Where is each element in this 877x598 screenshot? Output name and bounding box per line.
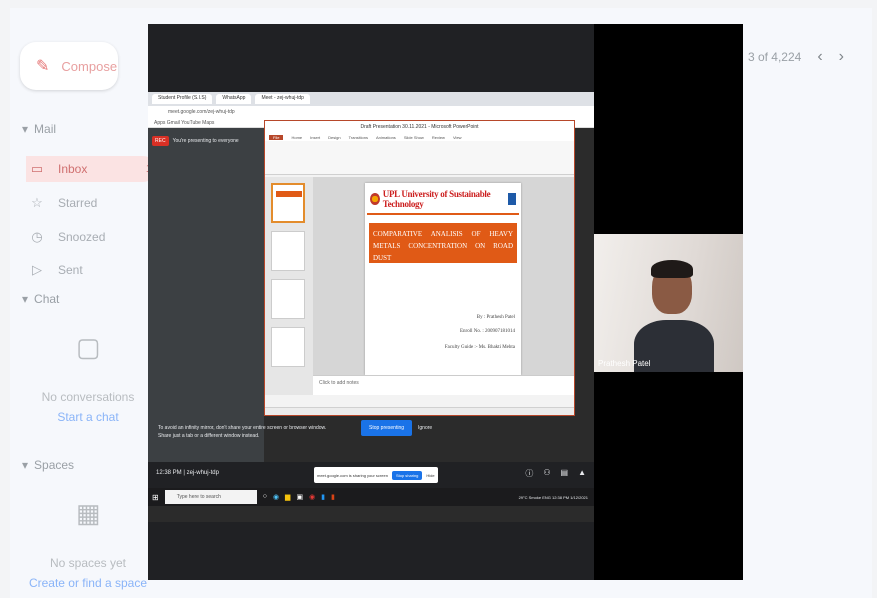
slide-header: UPL University of Sustainable Technology [367, 185, 519, 215]
shared-screen: Student Profile (S.I.S) WhatsApp Meet - … [148, 92, 594, 522]
compose-label: Compose [61, 58, 118, 74]
stop-sharing-button[interactable]: Stop sharing [391, 470, 423, 480]
current-slide[interactable]: UPL University of Sustainable Technology… [365, 183, 521, 375]
task-view-icon[interactable]: ○ [263, 493, 267, 501]
share-notice: meet.google.com is sharing your screen S… [314, 467, 438, 483]
send-icon: ▷ [32, 262, 42, 277]
edge-icon[interactable]: ◉ [273, 493, 279, 501]
pencil-icon: ✎ [36, 58, 50, 75]
tab-view[interactable]: View [453, 135, 462, 140]
chat-bubble-icon: ▢ [76, 332, 101, 362]
inbox-icon: ▭ [30, 161, 44, 176]
powerpoint-icon[interactable]: ▮ [331, 493, 335, 501]
system-tray: 29°C Smoke ENG 12:38 PM 1/12/2021 [518, 494, 588, 500]
meet-controls: ⓘ ⚇ ▤ ▲ [525, 468, 586, 479]
browser-tab[interactable]: WhatsApp [216, 94, 252, 104]
meeting-time: 12:38 PM | zej-whuj-tdp [156, 470, 219, 476]
chat-section-header[interactable]: ▾ Chat [22, 292, 59, 306]
crest-icon [507, 193, 516, 205]
spaces-empty-text: No spaces yet [49, 556, 127, 570]
tab-transitions[interactable]: Transitions [349, 135, 368, 140]
ignore-button[interactable]: Ignore [414, 420, 436, 436]
chat-icon[interactable]: ▤ [561, 468, 569, 479]
folder-icon[interactable]: ▆ [285, 493, 290, 501]
rec-badge: REC [152, 136, 169, 146]
pager-text: 3 of 4,224 [747, 50, 802, 64]
store-icon[interactable]: ▣ [296, 493, 303, 501]
presentation-view: Student Profile (S.I.S) WhatsApp Meet - … [148, 24, 594, 580]
chat-empty-text: No conversations [41, 390, 135, 404]
meet-bottom-bar: 12:38 PM | zej-whuj-tdp meet.google.com … [148, 462, 594, 488]
slide-thumbnail[interactable] [271, 231, 305, 271]
tab-slide-show[interactable]: Slide Show [404, 135, 424, 140]
chrome-icon[interactable]: ◉ [309, 493, 315, 501]
info-icon[interactable]: ⓘ [525, 468, 533, 479]
caret-icon: ▾ [22, 122, 29, 136]
participant-video-tile: Prathesh Patel [594, 234, 743, 372]
slide-thumbnail[interactable] [271, 327, 305, 367]
caret-icon: ▾ [22, 292, 29, 306]
slide-thumbnails [265, 177, 313, 395]
address-bar[interactable]: meet.google.com/zej-whuj-tdp [148, 106, 594, 118]
slide-title: COMPARATIVE ANALISIS OF HEAVY METALS CON… [369, 223, 517, 263]
tab-design[interactable]: Design [328, 135, 340, 140]
powerpoint-window: Draft Presentation 30.11.2021 - Microsof… [264, 120, 575, 416]
stop-presenting-button[interactable]: Stop presenting [361, 420, 413, 436]
people-icon[interactable]: ⚇ [543, 468, 550, 479]
browser-tab-active[interactable]: Meet - zej-whuj-tdp [255, 94, 310, 104]
video-overlay: Student Profile (S.I.S) WhatsApp Meet - … [148, 24, 743, 580]
activities-icon[interactable]: ▲ [578, 468, 586, 479]
infinity-mirror-warning: To avoid an infinity mirror, don't share… [158, 425, 327, 439]
window-title: Draft Presentation 30.11.2021 - Microsof… [265, 121, 574, 133]
spaces-icon: ▦ [76, 498, 101, 528]
university-name: UPL University of Sustainable Technology [382, 189, 491, 209]
slide-thumbnail[interactable] [271, 183, 305, 223]
tab-home[interactable]: Home [291, 135, 302, 140]
ribbon-tabs: File Home Insert Design Transitions Anim… [265, 133, 574, 141]
caret-icon: ▾ [22, 458, 29, 472]
slide-author: By : Prathesh Patel [476, 315, 515, 320]
clock-icon: ◷ [31, 229, 43, 244]
presenting-banner: REC You're presenting to everyone [152, 134, 260, 148]
notes-pane[interactable]: Click to add notes [313, 375, 574, 395]
sidebar-item-snoozed[interactable]: ◷ Snoozed [26, 224, 156, 250]
compose-button[interactable]: ✎ Compose [20, 42, 118, 90]
pagination: 3 of 4,224 ‹ › [748, 48, 844, 66]
tab-animations[interactable]: Animations [376, 135, 396, 140]
status-bar [265, 407, 574, 415]
ribbon [265, 141, 574, 175]
taskbar-search[interactable]: Type here to search [164, 490, 257, 504]
star-icon: ☆ [31, 195, 43, 210]
sidebar-item-sent[interactable]: ▷ Sent [26, 257, 156, 283]
create-space-link[interactable]: Create or find a space [18, 576, 158, 590]
spaces-section-header[interactable]: ▾ Spaces [22, 458, 74, 472]
taskbar-apps: ○ ◉ ▆ ▣ ◉ ▮ ▮ [263, 493, 335, 501]
ppt-body: UPL University of Sustainable Technology… [265, 177, 574, 395]
slide-enroll: Enroll No. : 200907181014 [460, 329, 515, 334]
university-logo-icon [370, 193, 380, 205]
word-icon[interactable]: ▮ [321, 493, 325, 501]
sidebar-item-starred[interactable]: ☆ Starred [26, 190, 156, 216]
start-chat-link[interactable]: Start a chat [18, 410, 158, 424]
windows-start-icon[interactable]: ⊞ [152, 493, 159, 502]
tab-file[interactable]: File [269, 134, 284, 140]
slide-thumbnail[interactable] [271, 279, 305, 319]
windows-taskbar: ⊞ Type here to search ○ ◉ ▆ ▣ ◉ ▮ ▮ 29°C… [148, 488, 594, 506]
browser-tab[interactable]: Student Profile (S.I.S) [152, 94, 213, 104]
slide-guide: Faculty Guide :- Ms. Bhakti Mehta [444, 345, 515, 350]
mail-section-header[interactable]: ▾ Mail [22, 122, 56, 136]
participant-name: Prathesh Patel [598, 359, 651, 368]
hide-button[interactable]: Hide [426, 473, 434, 478]
chevron-right-icon[interactable]: › [839, 48, 844, 66]
chevron-left-icon[interactable]: ‹ [817, 48, 822, 66]
sidebar-item-inbox[interactable]: ▭ Inbox 1 [26, 156, 156, 182]
tab-review[interactable]: Review [432, 135, 445, 140]
slide-canvas: UPL University of Sustainable Technology… [313, 177, 574, 395]
tab-insert[interactable]: Insert [310, 135, 320, 140]
browser-tab-bar: Student Profile (S.I.S) WhatsApp Meet - … [148, 92, 594, 106]
